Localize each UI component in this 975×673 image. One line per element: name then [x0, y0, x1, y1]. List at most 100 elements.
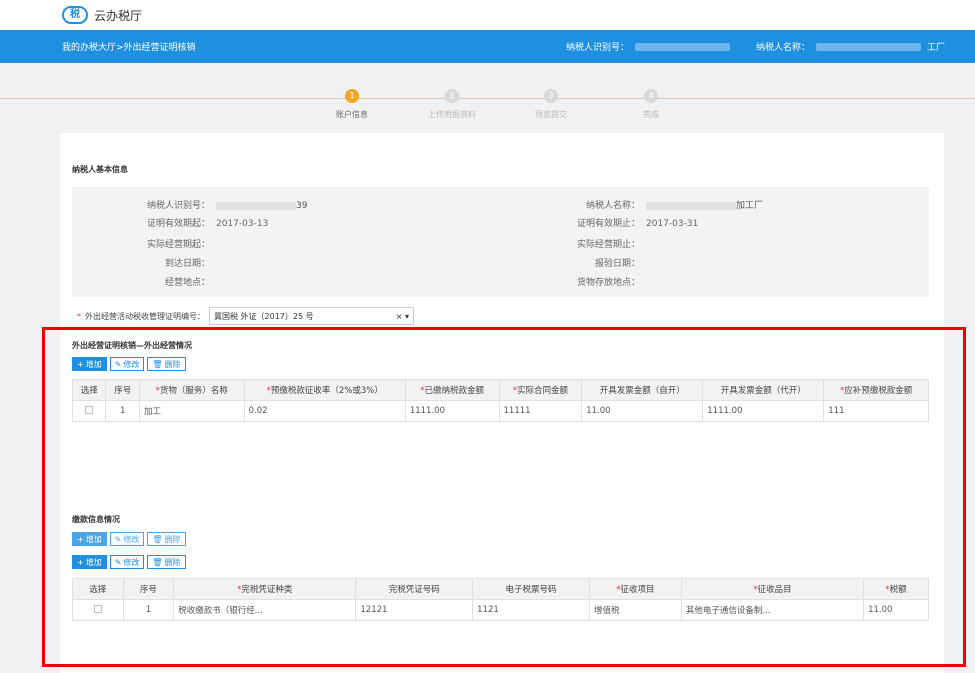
step-label: 上传附报资料	[428, 110, 476, 119]
add-button[interactable]: + 增加	[72, 532, 107, 546]
section1-title: 外出经营证明核销—外出经营情况	[72, 341, 192, 350]
actual-from-label: 实际经营期起：	[146, 240, 210, 250]
section2-ghost-toolbar: + 增加 ✎ 修改 🗑 删除	[72, 532, 186, 546]
column-header-label: 电子税票号码	[505, 585, 557, 595]
cert-number-value: 冀国税 外证〔2017〕25 号	[214, 311, 314, 321]
column-header: *货物（服务）名称	[138, 379, 245, 401]
column-header: 序号	[105, 379, 140, 401]
header-taxpayer-id-label: 纳税人识别号：	[565, 43, 629, 53]
delete-button[interactable]: 🗑 删除	[147, 357, 186, 371]
actual-to-label: 实际经营期止：	[576, 240, 640, 250]
row-checkbox[interactable]	[85, 405, 94, 414]
app-name: 云办税厅	[94, 8, 143, 23]
row-checkbox[interactable]	[93, 604, 102, 613]
table-cell: 1111.00	[702, 400, 825, 422]
taxpayer-id-row: 纳税人识别号： 39	[120, 198, 307, 211]
header-taxpayer-name-suffix: 工厂	[926, 43, 945, 53]
column-header: *征收品目	[680, 578, 865, 600]
row-select-cell[interactable]	[71, 400, 107, 422]
plus-icon: +	[77, 534, 84, 544]
table-cell: 1	[122, 599, 175, 621]
pencil-icon: ✎	[114, 359, 122, 369]
section2-toolbar: + 增加 ✎ 修改 🗑 删除	[72, 555, 186, 569]
step-upload: 2 上传附报资料	[412, 89, 492, 120]
edit-button[interactable]: ✎ 修改	[109, 555, 145, 569]
table-cell: 加工	[138, 400, 245, 422]
column-header-label: 序号	[114, 386, 132, 396]
column-header: 开具发票金额（代开）	[702, 379, 825, 401]
step-label: 完成	[643, 110, 659, 119]
add-button-label: 增加	[85, 359, 102, 369]
cert-number-row: * 外出经营活动税收管理证明编号： 冀国税 外证〔2017〕25 号 × ▾	[77, 307, 414, 325]
taxpayer-id-label: 纳税人识别号：	[146, 201, 210, 211]
table-cell: 11.00	[863, 599, 929, 621]
table-row[interactable]: 1 加工 0.02 1111.00 11111 11.00 1111.00 111	[71, 400, 929, 422]
delete-button-label: 删除	[164, 359, 181, 369]
trash-icon: 🗑	[152, 359, 163, 369]
row-select-cell[interactable]	[72, 599, 124, 621]
edit-button-label: 修改	[123, 534, 140, 544]
report-date-row: 报验日期：	[530, 256, 640, 269]
business-place-label: 经营地点：	[164, 278, 210, 288]
top-bar: 税 云办税厅	[0, 0, 975, 30]
column-header: 电子税票号码	[472, 578, 590, 600]
table-cell: 其他电子通信设备制...	[680, 599, 865, 621]
delete-button-label: 删除	[164, 534, 181, 544]
step-label: 账户信息	[336, 110, 368, 119]
breadcrumb[interactable]: 我的办税大厅>外出经营证明核销	[62, 40, 196, 53]
arrive-date-label: 到达日期：	[164, 259, 210, 269]
edit-button[interactable]: ✎ 修改	[109, 357, 145, 371]
cert-number-select[interactable]: 冀国税 外证〔2017〕25 号 × ▾	[209, 307, 414, 325]
column-header-label: 完税凭证号码	[388, 585, 440, 595]
column-header-label: 货物（服务）名称	[159, 386, 228, 396]
delete-button[interactable]: 🗑 删除	[147, 532, 186, 546]
taxpayer-name-redacted	[815, 42, 921, 51]
business-place-row: 经营地点：	[120, 275, 210, 288]
add-button[interactable]: + 增加	[72, 555, 107, 569]
taxpayer-id-suffix: 39	[296, 201, 308, 211]
step-number: 2	[445, 89, 459, 103]
pencil-icon: ✎	[114, 557, 122, 567]
section2-title: 缴款信息情况	[72, 515, 120, 524]
table-cell: 0.02	[243, 400, 406, 422]
delete-button-label: 删除	[164, 557, 181, 567]
column-header-label: 开具发票金额（自开）	[599, 386, 685, 396]
table-row[interactable]: 1 税收缴款书（银行经... 12121 1121 增值税 其他电子通信设备制... 11.…	[72, 599, 929, 621]
column-header-label: 预缴税款征收率（2%或3%）	[270, 386, 383, 396]
add-button[interactable]: + 增加	[72, 357, 107, 371]
trash-icon: 🗑	[152, 557, 163, 567]
valid-to-row: 证明有效期止： 2017-03-31	[530, 216, 698, 229]
clear-icon[interactable]: ×	[396, 312, 403, 321]
taxpayer-name-suffix: 加工厂	[736, 201, 764, 211]
column-header-label: 征收项目	[620, 585, 655, 595]
table-header-row: 选择 序号 *完税凭证种类 完税凭证号码 电子税票号码 *征收项目 *征收品目 *税额	[72, 578, 929, 600]
header-taxpayer-name-label: 纳税人名称：	[755, 43, 810, 53]
table-cell: 增值税	[588, 599, 682, 621]
actual-to-row: 实际经营期止：	[530, 237, 640, 250]
column-header-label: 应补预缴税款金额	[844, 386, 913, 396]
cert-number-label: 外出经营活动税收管理证明编号：	[85, 311, 205, 321]
cloud-tax-logo-icon: 税	[62, 6, 88, 24]
table-cell: 1	[105, 400, 140, 422]
column-header-label: 开具发票金额（代开）	[720, 386, 806, 396]
table-cell: 税收缴款书（银行经...	[173, 599, 357, 621]
chevron-down-icon[interactable]: ▾	[405, 312, 409, 321]
valid-from-value: 2017-03-13	[216, 219, 269, 229]
column-header: *征收项目	[588, 578, 682, 600]
header-bar: 我的办税大厅>外出经营证明核销 纳税人识别号： 纳税人名称： 工厂	[0, 30, 975, 63]
delete-button[interactable]: 🗑 删除	[147, 555, 186, 569]
report-date-label: 报验日期：	[594, 259, 640, 269]
plus-icon: +	[77, 359, 84, 369]
step-number: 1	[345, 89, 359, 103]
table-cell: 1111.00	[404, 400, 500, 422]
edit-button[interactable]: ✎ 修改	[109, 532, 145, 546]
table-cell: 111	[823, 400, 929, 422]
column-header: 开具发票金额（自开）	[581, 379, 704, 401]
taxpayer-id-redacted	[634, 42, 730, 51]
valid-to-value: 2017-03-31	[646, 219, 699, 229]
column-header: *实际合同金额	[498, 379, 583, 401]
header-taxpayer-info: 纳税人识别号： 纳税人名称： 工厂	[566, 40, 945, 53]
step-number: 4	[644, 89, 658, 103]
column-header: 完税凭证号码	[355, 578, 474, 600]
app-logo[interactable]: 税 云办税厅	[62, 6, 142, 24]
